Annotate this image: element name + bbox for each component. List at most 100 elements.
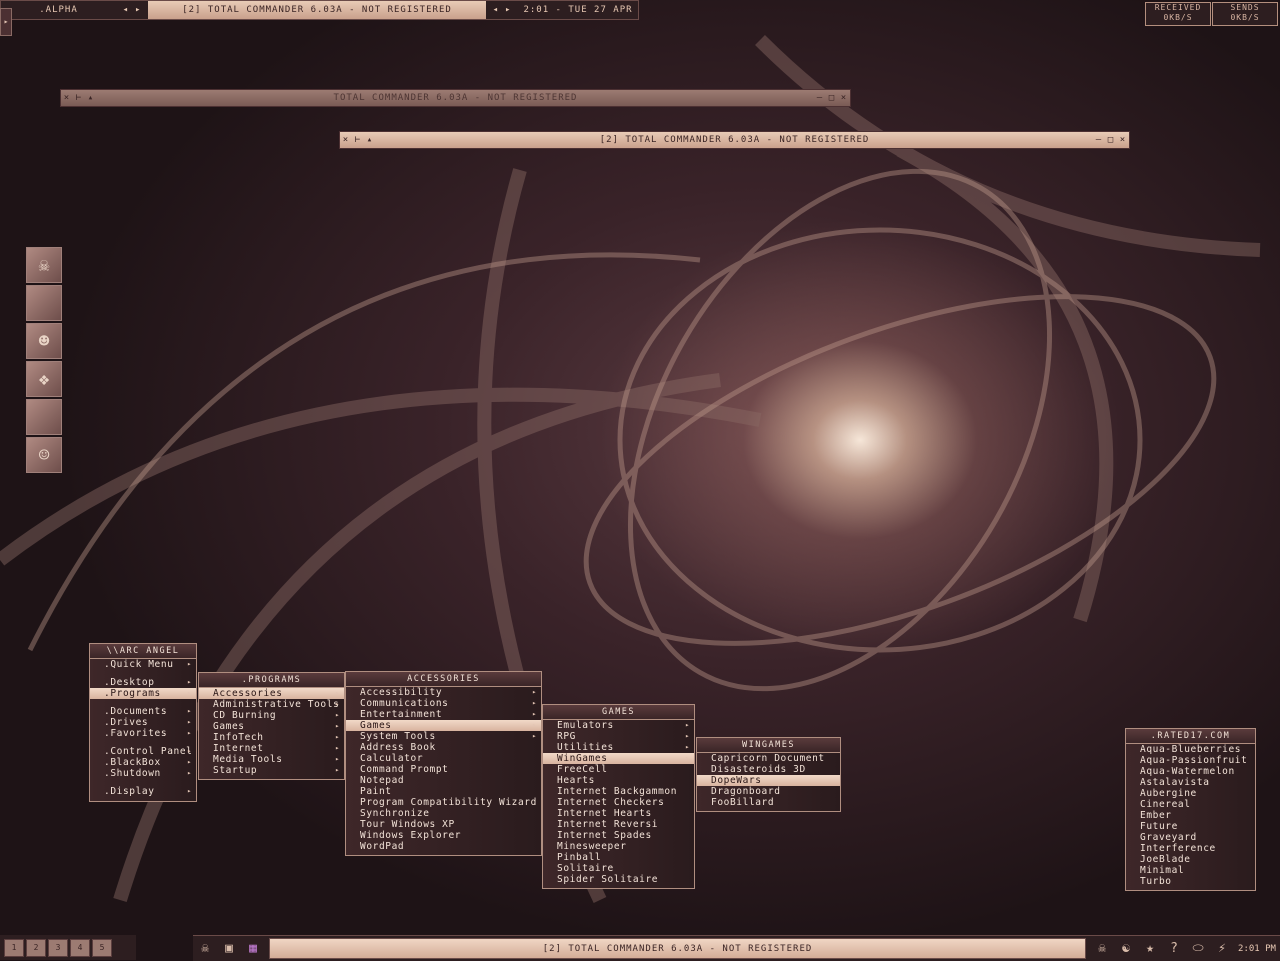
menu-item-utilities[interactable]: Utilities <box>543 742 694 753</box>
workspace-button[interactable]: 2 <box>26 938 46 957</box>
menu-item-wingames[interactable]: WinGames <box>543 753 694 764</box>
close-window-icon[interactable]: × <box>838 93 850 103</box>
style-item-cinereal[interactable]: Cinereal <box>1126 799 1255 810</box>
menu-item-synchronize[interactable]: Synchronize <box>346 808 541 819</box>
style-item-ember[interactable]: Ember <box>1126 810 1255 821</box>
tray-r-icon[interactable]: ★ <box>1140 939 1160 959</box>
menu-item-address-book[interactable]: Address Book <box>346 742 541 753</box>
menu-item-notepad[interactable]: Notepad <box>346 775 541 786</box>
tray-network-icon[interactable]: ☯ <box>1116 939 1136 959</box>
menu-item-administrative-tools[interactable]: Administrative Tools <box>199 699 344 710</box>
menu-item-paint[interactable]: Paint <box>346 786 541 797</box>
pin-icon[interactable]: ⊢ <box>73 93 85 103</box>
current-window-label[interactable]: [2] TOTAL COMMANDER 6.03A - NOT REGISTER… <box>148 1 486 19</box>
menu-item-internet-spades[interactable]: Internet Spades <box>543 830 694 841</box>
empty-slot-icon[interactable] <box>26 399 62 435</box>
menu-item-media-tools[interactable]: Media Tools <box>199 754 344 765</box>
menu-item-desktop[interactable]: .Desktop <box>90 677 196 688</box>
menu-item-shutdown[interactable]: .Shutdown <box>90 768 196 779</box>
close-icon[interactable]: × <box>61 93 73 103</box>
tray-alien-icon[interactable]: ☠ <box>1092 939 1112 959</box>
empty-slot-icon[interactable] <box>26 285 62 321</box>
menu-item-dopewars[interactable]: DopeWars <box>697 775 840 786</box>
soldier-icon[interactable]: ☻ <box>26 323 62 359</box>
minimize-icon[interactable]: – <box>1093 135 1105 145</box>
menu-item-internet-backgammon[interactable]: Internet Backgammon <box>543 786 694 797</box>
menu-item-minesweeper[interactable]: Minesweeper <box>543 841 694 852</box>
menu-item-entertainment[interactable]: Entertainment <box>346 709 541 720</box>
alien-icon[interactable]: ☠ <box>195 939 215 959</box>
style-item-astalavista[interactable]: Astalavista <box>1126 777 1255 788</box>
menu-item-hearts[interactable]: Hearts <box>543 775 694 786</box>
menu-item-spider-solitaire[interactable]: Spider Solitaire <box>543 874 694 885</box>
left-edge-handle[interactable]: ▸ <box>0 8 12 36</box>
menu-item-internet[interactable]: Internet <box>199 743 344 754</box>
menu-item-display[interactable]: .Display <box>90 786 196 797</box>
tray-bolt-icon[interactable]: ⚡ <box>1212 939 1232 959</box>
menu-item-pinball[interactable]: Pinball <box>543 852 694 863</box>
window-titlebar-active[interactable]: × ⊢ ▴ [2] TOTAL COMMANDER 6.03A - NOT RE… <box>339 131 1130 149</box>
style-item-aqua-blueberries[interactable]: Aqua-Blueberries <box>1126 744 1255 755</box>
menu-item-internet-reversi[interactable]: Internet Reversi <box>543 819 694 830</box>
window-titlebar-inactive[interactable]: × ⊢ ▴ TOTAL COMMANDER 6.03A - NOT REGIST… <box>60 89 851 107</box>
menu-item-startup[interactable]: Startup <box>199 765 344 776</box>
menu-item-tour-windows-xp[interactable]: Tour Windows XP <box>346 819 541 830</box>
menu-item-wordpad[interactable]: WordPad <box>346 841 541 852</box>
menu-item-freecell[interactable]: FreeCell <box>543 764 694 775</box>
minimize-icon[interactable]: – <box>814 93 826 103</box>
workspace-button[interactable]: 5 <box>92 938 112 957</box>
maximize-icon[interactable]: □ <box>1105 135 1117 145</box>
menu-item-system-tools[interactable]: System Tools <box>346 731 541 742</box>
workspace-button[interactable]: 3 <box>48 938 68 957</box>
taskbar-window-button[interactable]: [2] TOTAL COMMANDER 6.03A - NOT REGISTER… <box>269 938 1086 959</box>
style-item-aqua-watermelon[interactable]: Aqua-Watermelon <box>1126 766 1255 777</box>
style-item-joeblade[interactable]: JoeBlade <box>1126 854 1255 865</box>
workspace-button[interactable]: 1 <box>4 938 24 957</box>
workspace-button[interactable]: 4 <box>70 938 90 957</box>
disk-icon[interactable]: ▣ <box>219 939 239 959</box>
shade-icon[interactable]: ▴ <box>85 93 97 103</box>
menu-item-internet-hearts[interactable]: Internet Hearts <box>543 808 694 819</box>
menu-item-infotech[interactable]: InfoTech <box>199 732 344 743</box>
menu-item-rpg[interactable]: RPG <box>543 731 694 742</box>
style-item-turbo[interactable]: Turbo <box>1126 876 1255 887</box>
close-icon[interactable]: × <box>340 135 352 145</box>
workspace-label[interactable]: .ALPHA <box>1 1 116 19</box>
pin-icon[interactable]: ⊢ <box>352 135 364 145</box>
menu-item-dragonboard[interactable]: Dragonboard <box>697 786 840 797</box>
style-item-interference[interactable]: Interference <box>1126 843 1255 854</box>
menu-item-accessories[interactable]: Accessories <box>199 688 344 699</box>
menu-item-program-compatibility-wizard[interactable]: Program Compatibility Wizard <box>346 797 541 808</box>
menu-item-documents[interactable]: .Documents <box>90 706 196 717</box>
style-item-future[interactable]: Future <box>1126 821 1255 832</box>
style-item-aubergine[interactable]: Aubergine <box>1126 788 1255 799</box>
menu-item-emulators[interactable]: Emulators <box>543 720 694 731</box>
shade-icon[interactable]: ▴ <box>364 135 376 145</box>
skull-icon[interactable]: ☠ <box>26 247 62 283</box>
menu-item-programs[interactable]: .Programs <box>90 688 196 699</box>
emblem-icon[interactable]: ❖ <box>26 361 62 397</box>
menu-item-quick-menu[interactable]: .Quick Menu <box>90 659 196 670</box>
prev-workspace-icon[interactable]: ◂ <box>123 5 129 15</box>
menu-item-command-prompt[interactable]: Command Prompt <box>346 764 541 775</box>
menu-item-communications[interactable]: Communications <box>346 698 541 709</box>
menu-item-accessibility[interactable]: Accessibility <box>346 687 541 698</box>
menu-item-control-panel[interactable]: .Control Panel <box>90 746 196 757</box>
tray-pill-icon[interactable]: ⬭ <box>1188 939 1208 959</box>
style-item-graveyard[interactable]: Graveyard <box>1126 832 1255 843</box>
menu-item-solitaire[interactable]: Solitaire <box>543 863 694 874</box>
menu-item-cd-burning[interactable]: CD Burning <box>199 710 344 721</box>
style-item-aqua-passionfruit[interactable]: Aqua-Passionfruit <box>1126 755 1255 766</box>
menu-item-internet-checkers[interactable]: Internet Checkers <box>543 797 694 808</box>
portrait-icon[interactable]: ☺ <box>26 437 62 473</box>
menu-item-favorites[interactable]: .Favorites <box>90 728 196 739</box>
menu-item-blackbox[interactable]: .BlackBox <box>90 757 196 768</box>
close-window-icon[interactable]: × <box>1117 135 1129 145</box>
menu-item-games[interactable]: Games <box>199 721 344 732</box>
menu-item-drives[interactable]: .Drives <box>90 717 196 728</box>
menu-item-capricorn-document[interactable]: Capricorn Document <box>697 753 840 764</box>
prev-window-icon[interactable]: ◂ <box>493 5 499 15</box>
menu-item-foobillard[interactable]: FooBillard <box>697 797 840 808</box>
next-workspace-icon[interactable]: ▸ <box>135 5 141 15</box>
maximize-icon[interactable]: □ <box>826 93 838 103</box>
